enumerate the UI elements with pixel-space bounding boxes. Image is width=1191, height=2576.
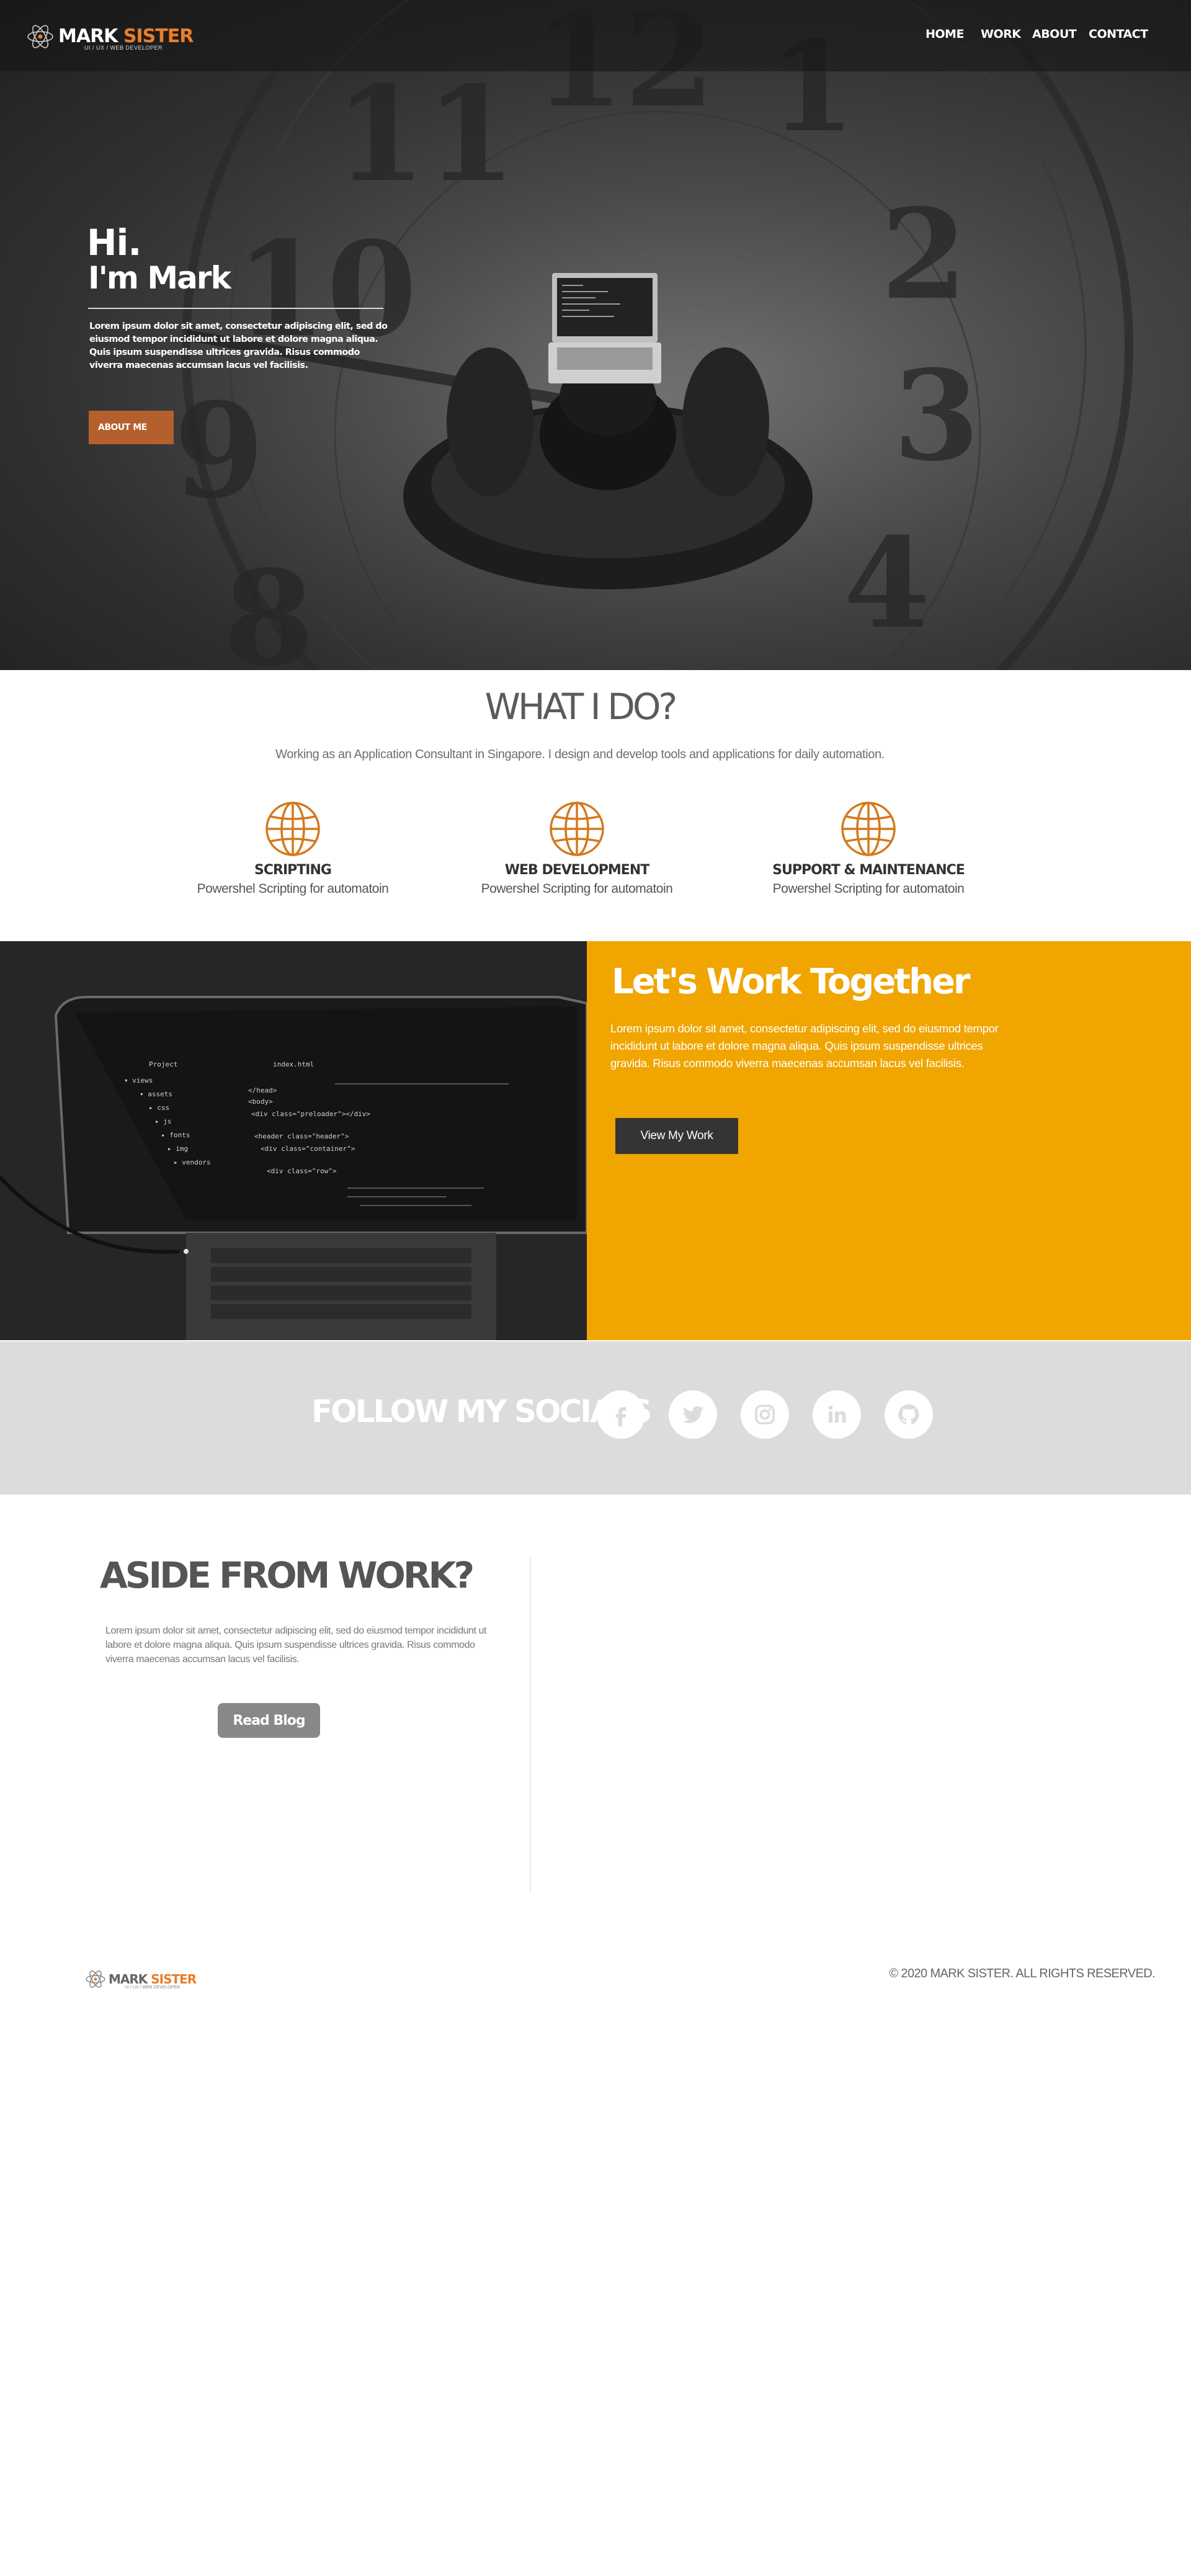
site-logo[interactable]: MARK SISTER UI / UX / WEB DEVELOPER bbox=[26, 21, 194, 52]
svg-text:▸ vendors: ▸ vendors bbox=[174, 1158, 211, 1166]
svg-text:8: 8 bbox=[223, 542, 314, 670]
nav-work[interactable]: WORK bbox=[981, 27, 1021, 41]
service-title: SCRIPTING bbox=[254, 862, 332, 878]
twitter-icon bbox=[682, 1406, 703, 1423]
hero-name: I'm Mark bbox=[88, 260, 231, 296]
svg-text:9: 9 bbox=[174, 374, 264, 527]
svg-text:▸ css: ▸ css bbox=[149, 1104, 169, 1112]
svg-text:<header class="header">: <header class="header"> bbox=[254, 1132, 349, 1140]
github-icon bbox=[898, 1404, 919, 1424]
nav-about[interactable]: ABOUT bbox=[1032, 27, 1077, 41]
atom-icon bbox=[27, 25, 53, 48]
nav-contact[interactable]: CONTACT bbox=[1089, 27, 1148, 41]
svg-text:Project: Project bbox=[149, 1060, 177, 1068]
svg-text:3: 3 bbox=[893, 343, 979, 489]
laptop-illustration: Project index.html ▾ views ▾ assets ▸ cs… bbox=[0, 941, 587, 1340]
aside-description: Lorem ipsum dolor sit amet, consectetur … bbox=[105, 1626, 487, 1665]
github-link[interactable] bbox=[885, 1390, 933, 1439]
svg-text:▾ views: ▾ views bbox=[124, 1076, 153, 1085]
facebook-icon bbox=[616, 1407, 626, 1426]
footer-logo-tagline: UI / UX / WEB DEVELOPER bbox=[125, 1985, 181, 1990]
svg-text:index.html: index.html bbox=[273, 1060, 314, 1068]
about-me-button[interactable]: ABOUT ME bbox=[89, 411, 174, 444]
what-i-do-title: WHAT I DO? bbox=[484, 686, 678, 728]
linkedin-icon bbox=[828, 1405, 846, 1423]
copyright-text: © 2020 MARK SISTER. ALL RIGHTS RESERVED. bbox=[889, 1967, 1155, 1980]
atom-icon bbox=[86, 1970, 105, 1988]
svg-text:<div class="row">: <div class="row"> bbox=[267, 1167, 337, 1175]
work-together-title: Let's Work Together bbox=[612, 962, 971, 1002]
globe-icon bbox=[265, 802, 320, 856]
nav-home[interactable]: HOME bbox=[926, 27, 964, 41]
laptop-code-image: Project index.html ▾ views ▾ assets ▸ cs… bbox=[0, 941, 587, 1340]
svg-text:▸ fonts: ▸ fonts bbox=[161, 1131, 190, 1139]
hero-description: Lorem ipsum dolor sit amet, consectetur … bbox=[89, 321, 388, 370]
twitter-link[interactable] bbox=[669, 1390, 717, 1439]
service-description: Powershel Scripting for automatoin bbox=[197, 882, 389, 896]
facebook-link[interactable] bbox=[597, 1390, 645, 1439]
svg-text:11: 11 bbox=[335, 58, 516, 211]
footer-logo-text: MARK SISTER bbox=[109, 1972, 197, 1987]
svg-text:4: 4 bbox=[844, 511, 930, 656]
aside-title: ASIDE FROM WORK? bbox=[99, 1554, 475, 1596]
svg-text:▸ js: ▸ js bbox=[155, 1117, 172, 1125]
svg-text:2: 2 bbox=[881, 182, 967, 328]
globe-icon bbox=[841, 802, 896, 856]
hero-section: 11 12 1 2 3 4 10 9 8 bbox=[0, 0, 1191, 670]
logo-tagline: UI / UX / WEB DEVELOPER bbox=[84, 45, 163, 51]
service-description: Powershel Scripting for automatoin bbox=[772, 882, 965, 896]
footer-logo-text-first: MARK bbox=[109, 1972, 148, 1987]
service-web-development: WEB DEVELOPMENT Powershel Scripting for … bbox=[447, 800, 707, 897]
svg-text:<div class="container">: <div class="container"> bbox=[261, 1145, 355, 1153]
hero-greeting: Hi. bbox=[87, 221, 141, 264]
footer-logo-text-second: SISTER bbox=[151, 1972, 197, 1987]
service-description: Powershel Scripting for automatoin bbox=[481, 882, 673, 896]
logo-text: MARK SISTER bbox=[58, 25, 194, 47]
section-divider bbox=[530, 1557, 531, 1892]
logo-text-second: SISTER bbox=[123, 25, 194, 47]
svg-text:▸ img: ▸ img bbox=[167, 1145, 188, 1153]
svg-text:</head>: </head> bbox=[248, 1086, 277, 1094]
work-together-description: Lorem ipsum dolor sit amet, consectetur … bbox=[610, 1022, 999, 1070]
service-support-maintenance: SUPPORT & MAINTENANCE Powershel Scriptin… bbox=[738, 800, 999, 897]
instagram-link[interactable] bbox=[741, 1390, 789, 1439]
linkedin-link[interactable] bbox=[813, 1390, 861, 1439]
hero-divider bbox=[88, 308, 383, 309]
footer-logo[interactable]: MARK SISTER UI / UX / WEB DEVELOPER bbox=[85, 1969, 197, 1990]
service-title: WEB DEVELOPMENT bbox=[504, 862, 649, 878]
svg-text:<div class="preloader"></div>: <div class="preloader"></div> bbox=[251, 1110, 370, 1118]
svg-text:▾ assets: ▾ assets bbox=[140, 1090, 172, 1098]
view-my-work-button[interactable]: View My Work bbox=[615, 1118, 738, 1154]
read-blog-button[interactable]: Read Blog bbox=[218, 1703, 320, 1738]
instagram-icon bbox=[755, 1405, 775, 1424]
logo-text-first: MARK bbox=[58, 25, 118, 47]
service-scripting: SCRIPTING Powershel Scripting for automa… bbox=[163, 800, 423, 897]
service-title: SUPPORT & MAINTENANCE bbox=[772, 862, 965, 878]
what-i-do-subtitle: Working as an Application Consultant in … bbox=[275, 748, 885, 761]
svg-text:<body>: <body> bbox=[248, 1098, 273, 1106]
globe-icon bbox=[550, 802, 604, 856]
